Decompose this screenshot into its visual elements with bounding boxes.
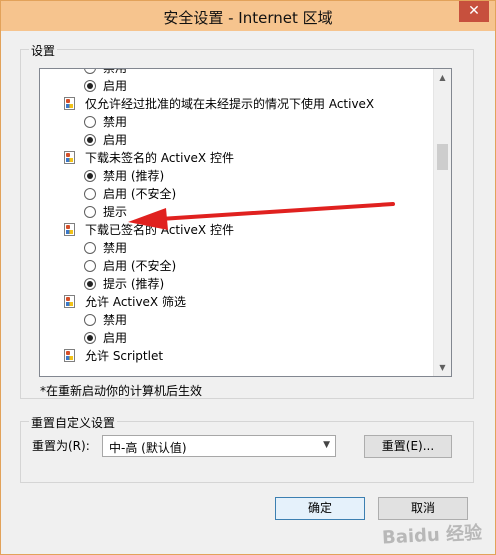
setting-option-label: 提示 (推荐) xyxy=(103,277,165,291)
setting-option-label: 禁用 (推荐) xyxy=(103,169,165,183)
setting-doc-icon xyxy=(64,97,75,110)
setting-option[interactable]: 启用 (不安全) xyxy=(40,257,434,275)
setting-option-label: 启用 xyxy=(103,331,128,345)
setting-heading: 允许 ActiveX 筛选 xyxy=(40,293,434,311)
scroll-down-icon[interactable]: ▼ xyxy=(434,359,451,376)
settings-listbox[interactable]: 禁用 启用 仅允许经过批准的域在未经提示的情况下使用 ActiveX 禁用 启用 下载未签… xyxy=(39,68,452,377)
security-level-select[interactable]: 中-高 (默认值) ▼ xyxy=(102,435,336,457)
settings-list: 禁用 启用 仅允许经过批准的域在未经提示的情况下使用 ActiveX 禁用 启用 下载未签… xyxy=(40,68,434,365)
radio-button[interactable] xyxy=(84,332,96,344)
radio-button[interactable] xyxy=(84,170,96,182)
radio-button[interactable] xyxy=(84,278,96,290)
reset-to-label: 重置为(R): xyxy=(32,439,90,453)
setting-doc-icon xyxy=(64,223,75,236)
vertical-scrollbar[interactable]: ▲ ▼ xyxy=(433,69,451,376)
setting-option[interactable]: 禁用 xyxy=(40,311,434,329)
setting-option[interactable]: 启用 xyxy=(40,131,434,149)
setting-heading-label: 仅允许经过批准的域在未经提示的情况下使用 ActiveX xyxy=(85,97,375,111)
radio-button[interactable] xyxy=(84,69,96,74)
setting-option[interactable]: 启用 xyxy=(40,77,434,95)
setting-option[interactable]: 提示 (推荐) xyxy=(40,275,434,293)
setting-heading-label: 允许 Scriptlet xyxy=(85,349,164,363)
title-bar: 安全设置 - Internet 区域 ✕ xyxy=(1,1,495,31)
setting-option-label: 禁用 xyxy=(103,313,128,327)
setting-option[interactable]: 禁用 xyxy=(40,239,434,257)
setting-heading: 允许 Scriptlet xyxy=(40,347,434,365)
radio-button[interactable] xyxy=(84,188,96,200)
setting-option[interactable]: 禁用 (推荐) xyxy=(40,167,434,185)
radio-button[interactable] xyxy=(84,80,96,92)
radio-button[interactable] xyxy=(84,242,96,254)
setting-option[interactable]: 禁用 xyxy=(40,113,434,131)
setting-heading: 下载已签名的 ActiveX 控件 xyxy=(40,221,434,239)
setting-option-label: 启用 xyxy=(103,133,128,147)
radio-button[interactable] xyxy=(84,134,96,146)
setting-heading-label: 允许 ActiveX 筛选 xyxy=(85,295,186,309)
window-title: 安全设置 - Internet 区域 xyxy=(163,9,333,27)
setting-option-label: 提示 xyxy=(103,205,128,219)
radio-button[interactable] xyxy=(84,314,96,326)
watermark: Baidu 经验 xyxy=(381,522,483,549)
scroll-thumb[interactable] xyxy=(437,144,448,170)
setting-option[interactable]: 启用 (不安全) xyxy=(40,185,434,203)
scroll-up-icon[interactable]: ▲ xyxy=(434,69,451,86)
settings-group-label: 设置 xyxy=(29,42,58,59)
reset-button[interactable]: 重置(E)... xyxy=(364,435,452,458)
setting-option-label: 启用 (不安全) xyxy=(103,187,177,201)
setting-option[interactable]: 提示 xyxy=(40,203,434,221)
setting-option-label: 禁用 xyxy=(103,68,128,75)
close-button[interactable]: ✕ xyxy=(459,1,489,22)
setting-option-label: 禁用 xyxy=(103,241,128,255)
close-icon: ✕ xyxy=(468,3,480,19)
setting-option-label: 启用 (不安全) xyxy=(103,259,177,273)
reset-group-label: 重置自定义设置 xyxy=(29,414,118,431)
cancel-button[interactable]: 取消 xyxy=(378,497,468,520)
chevron-down-icon: ▼ xyxy=(323,440,330,450)
setting-option-label: 禁用 xyxy=(103,115,128,129)
setting-doc-icon xyxy=(64,151,75,164)
setting-heading-label: 下载未签名的 ActiveX 控件 xyxy=(85,151,234,165)
setting-option-label: 启用 xyxy=(103,79,128,93)
radio-button[interactable] xyxy=(84,116,96,128)
setting-heading: 仅允许经过批准的域在未经提示的情况下使用 ActiveX xyxy=(40,95,434,113)
restart-note: *在重新启动你的计算机后生效 xyxy=(40,384,203,398)
setting-option[interactable]: 禁用 xyxy=(40,68,434,77)
security-level-value: 中-高 (默认值) xyxy=(109,441,187,455)
setting-heading-label: 下载已签名的 ActiveX 控件 xyxy=(85,223,234,237)
ok-button[interactable]: 确定 xyxy=(275,497,365,520)
setting-heading: 下载未签名的 ActiveX 控件 xyxy=(40,149,434,167)
setting-doc-icon xyxy=(64,349,75,362)
setting-doc-icon xyxy=(64,295,75,308)
setting-option[interactable]: 启用 xyxy=(40,329,434,347)
radio-button[interactable] xyxy=(84,206,96,218)
radio-button[interactable] xyxy=(84,260,96,272)
